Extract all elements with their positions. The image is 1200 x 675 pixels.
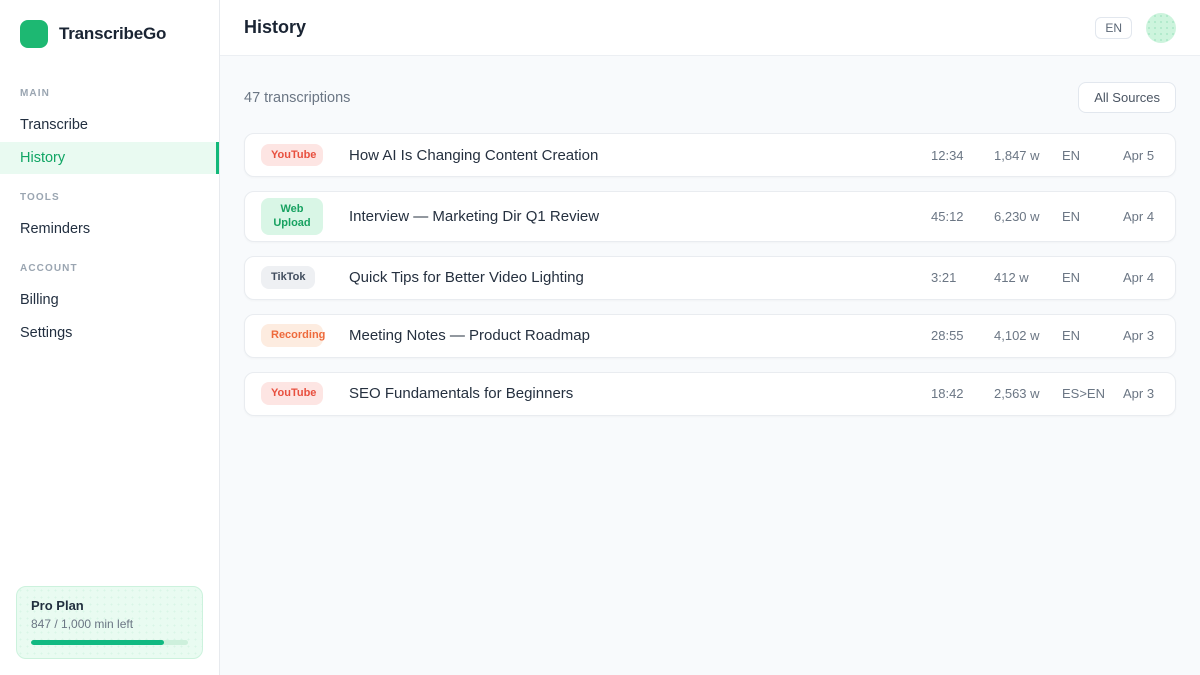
source-badge: TikTok (261, 266, 315, 288)
date-value: Apr 3 (1123, 328, 1159, 343)
sidebar-item-history[interactable]: History (0, 142, 219, 174)
source-badge: YouTube (261, 382, 323, 404)
transcription-title: Interview — Marketing Dir Q1 Review (349, 208, 931, 225)
sidebar-nav: MAIN Transcribe History TOOLS Reminders … (0, 88, 219, 350)
word-count-value: 412 w (994, 270, 1062, 285)
language-value: EN (1062, 328, 1123, 343)
transcription-row[interactable]: Recording Meeting Notes — Product Roadma… (244, 314, 1176, 358)
duration-value: 28:55 (931, 328, 994, 343)
transcription-row[interactable]: YouTube SEO Fundamentals for Beginners 1… (244, 372, 1176, 416)
source-badge: YouTube (261, 144, 323, 166)
date-value: Apr 5 (1123, 148, 1159, 163)
sidebar-item-settings[interactable]: Settings (0, 317, 219, 349)
source-badge-wrap: TikTok (261, 266, 349, 288)
word-count-value: 6,230 w (994, 209, 1062, 224)
transcription-title: How AI Is Changing Content Creation (349, 147, 931, 164)
source-badge: Recording (261, 324, 323, 346)
word-count-value: 4,102 w (994, 328, 1062, 343)
date-value: Apr 4 (1123, 270, 1159, 285)
source-badge-wrap: YouTube (261, 144, 349, 166)
plan-usage: 847 / 1,000 min left (31, 617, 188, 631)
logo-icon (20, 20, 48, 48)
word-count-value: 2,563 w (994, 386, 1062, 401)
duration-value: 3:21 (931, 270, 994, 285)
transcription-title: Quick Tips for Better Video Lighting (349, 269, 931, 286)
language-value: EN (1062, 148, 1123, 163)
sidebar-item-transcribe[interactable]: Transcribe (0, 109, 219, 141)
avatar[interactable] (1146, 13, 1176, 43)
nav-section-tools: TOOLS (0, 192, 219, 203)
plan-card: Pro Plan 847 / 1,000 min left (16, 586, 203, 659)
sidebar-item-billing[interactable]: Billing (0, 284, 219, 316)
plan-progress-fill (31, 640, 164, 645)
main-area: History EN 47 transcriptions All Sources… (220, 0, 1200, 675)
transcription-title: SEO Fundamentals for Beginners (349, 385, 931, 402)
plan-title: Pro Plan (31, 598, 188, 613)
date-value: Apr 4 (1123, 209, 1159, 224)
source-filter-button[interactable]: All Sources (1078, 82, 1176, 113)
content-area: 47 transcriptions All Sources YouTube Ho… (220, 56, 1200, 675)
source-badge: Web Upload (261, 198, 323, 235)
transcription-row[interactable]: Web Upload Interview — Marketing Dir Q1 … (244, 191, 1176, 242)
duration-value: 45:12 (931, 209, 994, 224)
language-value: EN (1062, 270, 1123, 285)
date-value: Apr 3 (1123, 386, 1159, 401)
language-value: EN (1062, 209, 1123, 224)
transcription-title: Meeting Notes — Product Roadmap (349, 327, 931, 344)
sidebar: TranscribeGo MAIN Transcribe History TOO… (0, 0, 220, 675)
sidebar-item-reminders[interactable]: Reminders (0, 213, 219, 245)
duration-value: 12:34 (931, 148, 994, 163)
language-value: ES>EN (1062, 386, 1123, 401)
nav-section-main: MAIN (0, 88, 219, 99)
source-badge-wrap: YouTube (261, 382, 349, 404)
nav-section-account: ACCOUNT (0, 263, 219, 274)
transcription-count: 47 transcriptions (244, 90, 350, 106)
transcription-row[interactable]: TikTok Quick Tips for Better Video Light… (244, 256, 1176, 300)
language-selector[interactable]: EN (1095, 17, 1132, 39)
list-toolbar: 47 transcriptions All Sources (244, 56, 1176, 133)
source-badge-wrap: Recording (261, 324, 349, 346)
brand-name: TranscribeGo (59, 24, 166, 44)
transcription-row[interactable]: YouTube How AI Is Changing Content Creat… (244, 133, 1176, 177)
word-count-value: 1,847 w (994, 148, 1062, 163)
duration-value: 18:42 (931, 386, 994, 401)
transcription-list: YouTube How AI Is Changing Content Creat… (244, 133, 1176, 416)
app-window: TranscribeGo MAIN Transcribe History TOO… (0, 0, 1200, 675)
header-actions: EN (1095, 13, 1176, 43)
plan-progress-bar (31, 640, 188, 645)
source-badge-wrap: Web Upload (261, 198, 349, 235)
page-title: History (244, 17, 306, 38)
brand-logo: TranscribeGo (0, 0, 219, 48)
page-header: History EN (220, 0, 1200, 56)
